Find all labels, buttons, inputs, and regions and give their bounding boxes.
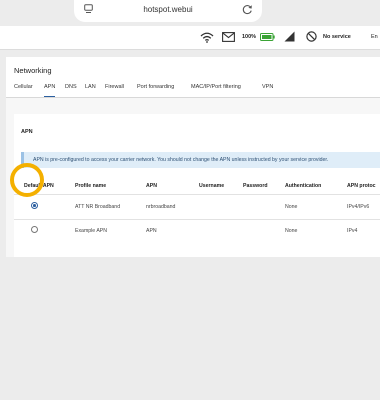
networking-page: Networking Cellular APN DNS LAN Firewall… <box>6 57 380 257</box>
content-area: APN APN is pre-configured to access your… <box>6 98 380 257</box>
default-apn-radio[interactable] <box>31 226 38 233</box>
language-selector[interactable]: En <box>371 34 378 40</box>
tab-dns[interactable]: DNS <box>65 83 77 97</box>
tab-cellular[interactable]: Cellular <box>14 83 33 97</box>
column-header-apn: APN <box>146 183 157 189</box>
tab-lan[interactable]: LAN <box>85 83 96 97</box>
page-title: Networking <box>14 66 52 75</box>
battery-percent: 100% <box>242 34 257 40</box>
protocol-cell: IPv4 <box>347 228 358 234</box>
column-header-apn-protocol: APN protoc <box>347 183 376 189</box>
column-header-authentication: Authentication <box>285 183 322 189</box>
column-header-password: Password <box>243 183 268 189</box>
apn-cell: APN <box>146 228 157 234</box>
table-divider <box>14 219 380 220</box>
no-service-icon <box>306 31 317 42</box>
column-header-username: Username <box>199 183 225 189</box>
profile-name-cell: Example APN <box>75 228 108 234</box>
info-text: APN is pre-configured to access your car… <box>33 157 329 163</box>
tab-firewall[interactable]: Firewall <box>105 83 124 97</box>
apn-heading: APN <box>21 129 33 135</box>
url-text: hotspot.webui <box>143 5 193 14</box>
address-bar[interactable]: hotspot.webui <box>74 0 262 22</box>
apn-panel: APN APN is pre-configured to access your… <box>14 114 380 257</box>
tab-mac-ip-port-filtering[interactable]: MAC/IP/Port filtering <box>191 83 241 97</box>
default-apn-radio[interactable] <box>31 202 38 209</box>
apn-cell: nrbroadband <box>146 204 176 210</box>
authentication-cell: None <box>285 204 298 210</box>
tab-port-forwarding[interactable]: Port forwarding <box>137 83 174 97</box>
info-banner: APN is pre-configured to access your car… <box>21 152 380 168</box>
mail-icon[interactable] <box>222 32 235 42</box>
wifi-icon <box>200 32 214 43</box>
reload-icon[interactable] <box>242 4 253 15</box>
battery-icon <box>260 33 275 41</box>
signal-icon <box>284 31 295 42</box>
tab-vpn[interactable]: VPN <box>262 83 273 97</box>
table-divider <box>14 194 380 195</box>
status-bar: 100% No service En <box>0 26 380 50</box>
browser-bar: hotspot.webui <box>0 0 380 26</box>
protocol-cell: IPv4/IPv6 <box>347 204 370 210</box>
networking-tabs: Cellular APN DNS LAN Firewall Port forwa… <box>14 83 380 97</box>
highlight-ring <box>10 163 44 197</box>
profile-name-cell: ATT NR Broadband <box>75 204 121 210</box>
service-status: No service <box>323 34 351 40</box>
tab-apn[interactable]: APN <box>44 83 56 97</box>
column-header-profile-name: Profile name <box>75 183 107 189</box>
authentication-cell: None <box>285 228 298 234</box>
